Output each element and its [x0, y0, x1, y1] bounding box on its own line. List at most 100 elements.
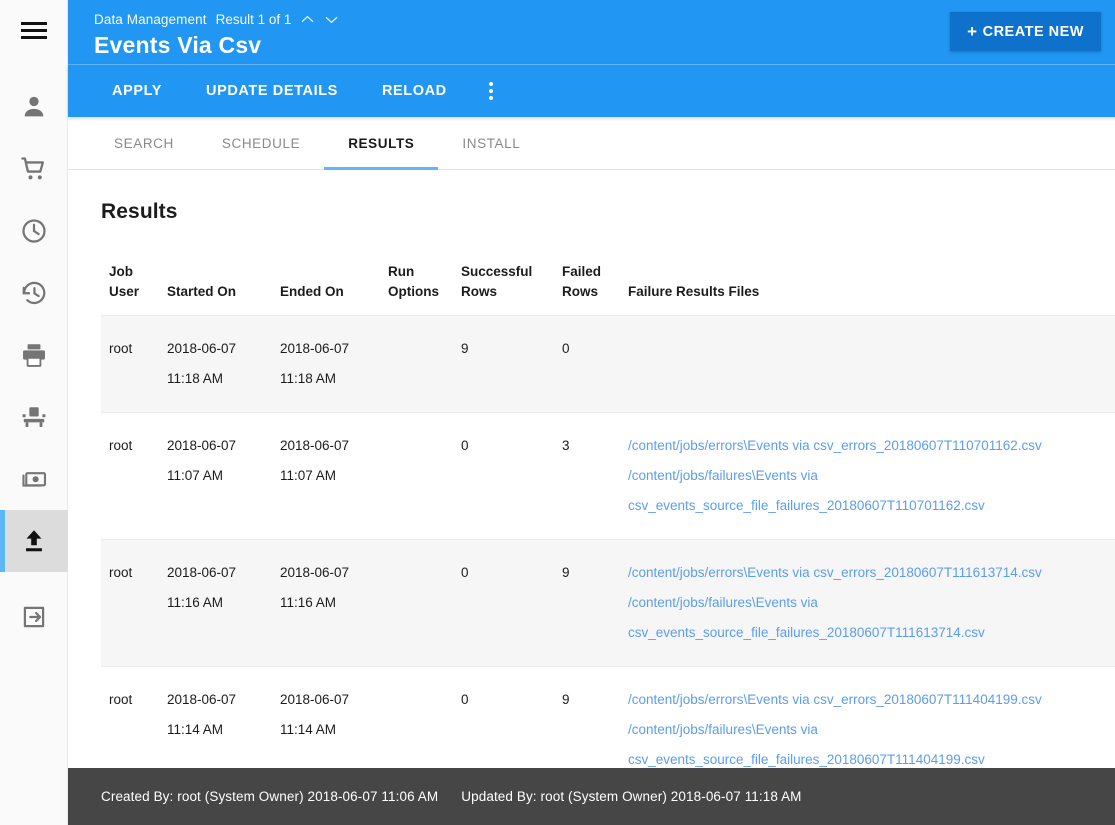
upload-icon — [20, 527, 48, 555]
column-header-started-on: Started On — [159, 262, 272, 316]
created-by-text: Created By: root (System Owner) 2018-06-… — [101, 789, 439, 804]
device-icon — [20, 403, 48, 431]
history-icon — [20, 279, 48, 307]
tab-search[interactable]: SEARCH — [90, 117, 198, 169]
started-date: 2018-06-07 — [167, 438, 237, 453]
cell-run-options — [380, 412, 453, 540]
chevron-down-icon[interactable] — [324, 12, 339, 27]
ended-date: 2018-06-07 — [280, 438, 350, 453]
page-title: Events Via Csv — [94, 32, 262, 58]
column-header-ended-on: Ended On — [272, 262, 380, 316]
column-header-job-user: Job User — [101, 262, 159, 316]
status-footer: Created By: root (System Owner) 2018-06-… — [68, 768, 1115, 825]
header-line-2: User — [109, 283, 140, 299]
header-line-1: Successful — [461, 264, 533, 279]
failure-file-link[interactable]: /content/jobs/failures\Events via csv_ev… — [628, 588, 1108, 648]
cell-failed-rows: 9 — [554, 539, 620, 667]
updated-by-text: Updated By: root (System Owner) 2018-06-… — [461, 789, 802, 804]
table-row[interactable]: root 2018-06-07 11:07 AM 2018-06-07 11:0… — [101, 412, 1115, 540]
column-header-run-options: Run Options — [380, 262, 453, 316]
cell-failure-files: /content/jobs/errors\Events via csv_erro… — [620, 539, 1115, 667]
sidebar-item-logout[interactable] — [0, 586, 68, 648]
person-icon — [20, 93, 48, 121]
failure-file-link[interactable]: /content/jobs/errors\Events via csv_erro… — [628, 558, 1108, 588]
rail-gap — [0, 62, 67, 76]
header-line-2: Rows — [562, 283, 599, 299]
sidebar-item-print[interactable] — [0, 324, 68, 386]
cell-run-options — [380, 539, 453, 667]
cell-job-user: root — [101, 412, 159, 540]
failure-file-link[interactable]: /content/jobs/errors\Events via csv_erro… — [628, 431, 1108, 461]
started-date: 2018-06-07 — [167, 565, 237, 580]
started-time: 11:18 AM — [167, 371, 224, 386]
hamburger-menu-button[interactable] — [0, 0, 68, 62]
app-root: Data Management Result 1 of 1 Events Via… — [0, 0, 1115, 825]
table-header-row: Job User Started On Ended On Run Options — [101, 262, 1115, 316]
cell-started-on: 2018-06-07 11:07 AM — [159, 412, 272, 540]
header-line-1: Run — [388, 264, 415, 279]
breadcrumb-row: Data Management Result 1 of 1 — [94, 10, 1096, 29]
column-header-failed-rows: Failed Rows — [554, 262, 620, 316]
sidebar-item-person[interactable] — [0, 76, 68, 138]
sidebar-item-cart[interactable] — [0, 138, 68, 200]
sidebar-item-device[interactable] — [0, 386, 68, 448]
header-line-2: Options — [388, 283, 439, 299]
ended-date: 2018-06-07 — [280, 565, 350, 580]
header-line-1: Failed — [562, 264, 602, 279]
clock-icon — [20, 217, 48, 245]
sidebar-item-payment[interactable] — [0, 448, 68, 510]
ended-time: 11:18 AM — [280, 371, 337, 386]
rail-gap-lower — [0, 572, 67, 586]
started-date: 2018-06-07 — [167, 692, 237, 707]
table-row[interactable]: root 2018-06-07 11:16 AM 2018-06-07 11:1… — [101, 539, 1115, 667]
failure-file-link[interactable]: /content/jobs/failures\Events via csv_ev… — [628, 461, 1108, 521]
cell-successful-rows: 9 — [453, 315, 554, 413]
action-bar: APPLY UPDATE DETAILS RELOAD — [68, 64, 1115, 117]
update-details-button[interactable]: UPDATE DETAILS — [184, 65, 360, 118]
sidebar-item-clock[interactable] — [0, 200, 68, 262]
started-time: 11:16 AM — [167, 595, 224, 610]
left-rail — [0, 0, 68, 825]
started-time: 11:07 AM — [167, 468, 224, 483]
failure-file-link[interactable]: /content/jobs/errors\Events via csv_erro… — [628, 685, 1108, 715]
logout-icon — [20, 603, 48, 631]
create-new-button[interactable]: + CREATE NEW — [950, 12, 1101, 51]
overflow-menu-button[interactable] — [473, 65, 509, 118]
content-area: Results Job User Started On Ended On Run… — [68, 170, 1115, 825]
tab-bar: SEARCH SCHEDULE RESULTS INSTALL — [68, 117, 1115, 170]
ended-date: 2018-06-07 — [280, 692, 350, 707]
kebab-dot-icon — [488, 89, 493, 93]
result-counter: Result 1 of 1 — [215, 12, 292, 27]
tab-schedule[interactable]: SCHEDULE — [198, 117, 324, 169]
app-bar: Data Management Result 1 of 1 Events Via… — [68, 0, 1115, 64]
results-table-head: Job User Started On Ended On Run Options — [101, 262, 1115, 316]
cell-ended-on: 2018-06-07 11:16 AM — [272, 539, 380, 667]
chevron-up-icon[interactable] — [300, 12, 315, 27]
cell-started-on: 2018-06-07 11:16 AM — [159, 539, 272, 667]
ended-date: 2018-06-07 — [280, 341, 350, 356]
table-row[interactable]: root 2018-06-07 11:18 AM 2018-06-07 11:1… — [101, 315, 1115, 413]
header-line-2: Failure Results Files — [628, 283, 760, 299]
column-header-successful-rows: Successful Rows — [453, 262, 554, 316]
ended-time: 11:14 AM — [280, 722, 337, 737]
tab-install[interactable]: INSTALL — [438, 117, 544, 169]
tab-results[interactable]: RESULTS — [324, 117, 439, 170]
cell-failure-files — [620, 315, 1115, 413]
sidebar-item-history[interactable] — [0, 262, 68, 324]
breadcrumb[interactable]: Data Management — [94, 12, 207, 27]
header-line-2: Started On — [167, 283, 237, 299]
cell-job-user: root — [101, 539, 159, 667]
apply-button[interactable]: APPLY — [90, 65, 184, 118]
results-table-body: root 2018-06-07 11:18 AM 2018-06-07 11:1… — [101, 315, 1115, 794]
cell-run-options — [380, 315, 453, 413]
cell-job-user: root — [101, 315, 159, 413]
results-table: Job User Started On Ended On Run Options — [101, 262, 1115, 794]
sidebar-item-upload[interactable] — [0, 510, 68, 572]
failure-file-link[interactable]: /content/jobs/failures\Events via csv_ev… — [628, 715, 1108, 775]
cell-successful-rows: 0 — [453, 539, 554, 667]
main-column: Data Management Result 1 of 1 Events Via… — [68, 0, 1115, 825]
reload-button[interactable]: RELOAD — [360, 65, 469, 118]
shopping-cart-icon — [20, 155, 48, 183]
plus-icon: + — [967, 22, 978, 41]
started-date: 2018-06-07 — [167, 341, 237, 356]
